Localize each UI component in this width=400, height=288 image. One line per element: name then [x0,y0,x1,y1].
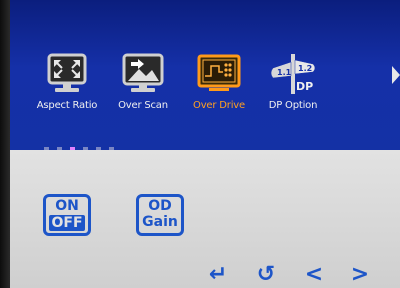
menu-label-over-scan: Over Scan [118,100,168,111]
menu-item-over-drive[interactable]: Over Drive [184,52,254,111]
on-off-line2: OFF [49,215,85,231]
menu-label-dp-option: DP Option [268,100,318,111]
dp-badge-left: 1.1 [277,68,292,77]
on-off-line1: ON [55,198,79,214]
od-gain-line1: OD [148,198,172,214]
back-icon[interactable]: ↺ [254,264,278,288]
osd-screen: Aspect Ratio Over Scan Over Drive 1.1 1.… [10,0,400,288]
dp-option-icon: 1.1 1.2 DP [270,54,316,94]
enter-icon[interactable]: ↵ [206,264,230,288]
page-indicator [44,137,117,152]
dp-text: DP [296,80,313,93]
left-arrow-icon[interactable]: < [302,264,326,288]
osd-menu-bar: Aspect Ratio Over Scan Over Drive 1.1 1.… [10,0,400,152]
menu-scroll-right-icon[interactable] [392,66,400,84]
on-off-button[interactable]: ON OFF [43,194,91,236]
dp-badge-right: 1.2 [298,64,312,73]
submenu-panel: ON OFF OD Gain ↵ ↺ < > [10,150,400,288]
monitor-bezel [0,0,10,288]
od-gain-line2: Gain [142,214,178,230]
menu-label-over-drive: Over Drive [193,100,245,111]
od-gain-button[interactable]: OD Gain [136,194,184,236]
menu-item-over-scan[interactable]: Over Scan [108,52,178,111]
menu-label-aspect-ratio: Aspect Ratio [36,100,98,111]
menu-item-aspect-ratio[interactable]: Aspect Ratio [32,52,102,111]
right-arrow-icon[interactable]: > [348,264,372,288]
menu-item-dp-option[interactable]: 1.1 1.2 DP DP Option [258,52,328,111]
over-scan-icon [122,53,164,92]
over-drive-icon [197,54,241,91]
aspect-ratio-icon [47,53,87,92]
